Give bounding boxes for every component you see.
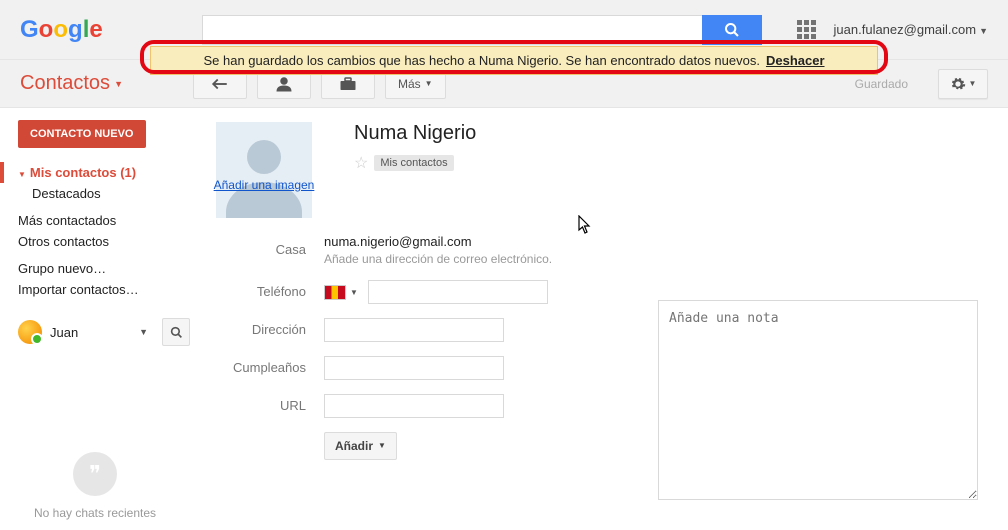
add-image-link[interactable]: Añadir una imagen: [204, 178, 324, 194]
sidebar-item-new-group[interactable]: Grupo nuevo…: [18, 258, 190, 279]
email-hint[interactable]: Añade una dirección de correo electrónic…: [324, 252, 552, 266]
sidebar-item-most-contacted[interactable]: Más contactados: [18, 210, 190, 231]
email-label[interactable]: Casa: [204, 242, 324, 257]
saved-status: Guardado: [855, 77, 908, 91]
notification-text: Se han guardado los cambios que has hech…: [203, 53, 759, 68]
add-field-button[interactable]: Añadir▼: [324, 432, 397, 460]
sidebar-item-import[interactable]: Importar contactos…: [18, 279, 190, 300]
search-icon: [170, 326, 183, 339]
back-arrow-icon: [211, 77, 229, 91]
url-input[interactable]: [324, 394, 504, 418]
group-chip[interactable]: Mis contactos: [374, 155, 453, 171]
phone-input[interactable]: [368, 280, 548, 304]
user-name-label[interactable]: Juan: [50, 325, 131, 340]
app-title[interactable]: Contactos▼: [20, 72, 123, 95]
person-icon: [275, 76, 293, 92]
contact-photo-placeholder[interactable]: [216, 122, 312, 218]
flag-spain-icon[interactable]: [324, 285, 346, 300]
search-icon: [724, 22, 740, 38]
address-input[interactable]: [324, 318, 504, 342]
phone-label[interactable]: Teléfono: [204, 284, 324, 299]
birthday-label[interactable]: Cumpleaños: [204, 360, 324, 375]
email-value[interactable]: numa.nigerio@gmail.com: [324, 234, 552, 249]
gear-icon: [950, 76, 966, 92]
no-chats-label: No hay chats recientes: [0, 506, 190, 520]
sidebar-item-starred[interactable]: Destacados: [18, 183, 190, 204]
address-label[interactable]: Dirección: [204, 322, 324, 337]
account-email[interactable]: juan.fulanez@gmail.com▼: [834, 22, 988, 37]
apps-icon[interactable]: [797, 20, 816, 39]
hangouts-icon: ❞: [73, 452, 117, 496]
url-label[interactable]: URL: [204, 398, 324, 413]
new-contact-button[interactable]: CONTACTO NUEVO: [18, 120, 146, 148]
settings-button[interactable]: ▼: [938, 69, 988, 99]
contact-name[interactable]: Numa Nigerio: [354, 122, 988, 145]
user-avatar[interactable]: [18, 320, 42, 344]
briefcase-icon: [339, 77, 357, 91]
notification-banner: Se han guardado los cambios que has hech…: [150, 46, 878, 75]
user-menu-caret[interactable]: ▼: [139, 327, 148, 337]
birthday-input[interactable]: [324, 356, 504, 380]
google-logo[interactable]: Google: [20, 16, 112, 44]
flag-caret[interactable]: ▼: [350, 288, 358, 297]
undo-link[interactable]: Deshacer: [766, 53, 825, 68]
sidebar-item-my-contacts[interactable]: ▼Mis contactos (1): [18, 162, 190, 183]
star-icon[interactable]: ☆: [354, 153, 368, 173]
sidebar-item-other-contacts[interactable]: Otros contactos: [18, 231, 190, 252]
search-button[interactable]: [702, 15, 762, 45]
search-input[interactable]: [202, 15, 702, 45]
note-textarea[interactable]: [658, 300, 978, 500]
sidebar-search-button[interactable]: [162, 318, 190, 346]
